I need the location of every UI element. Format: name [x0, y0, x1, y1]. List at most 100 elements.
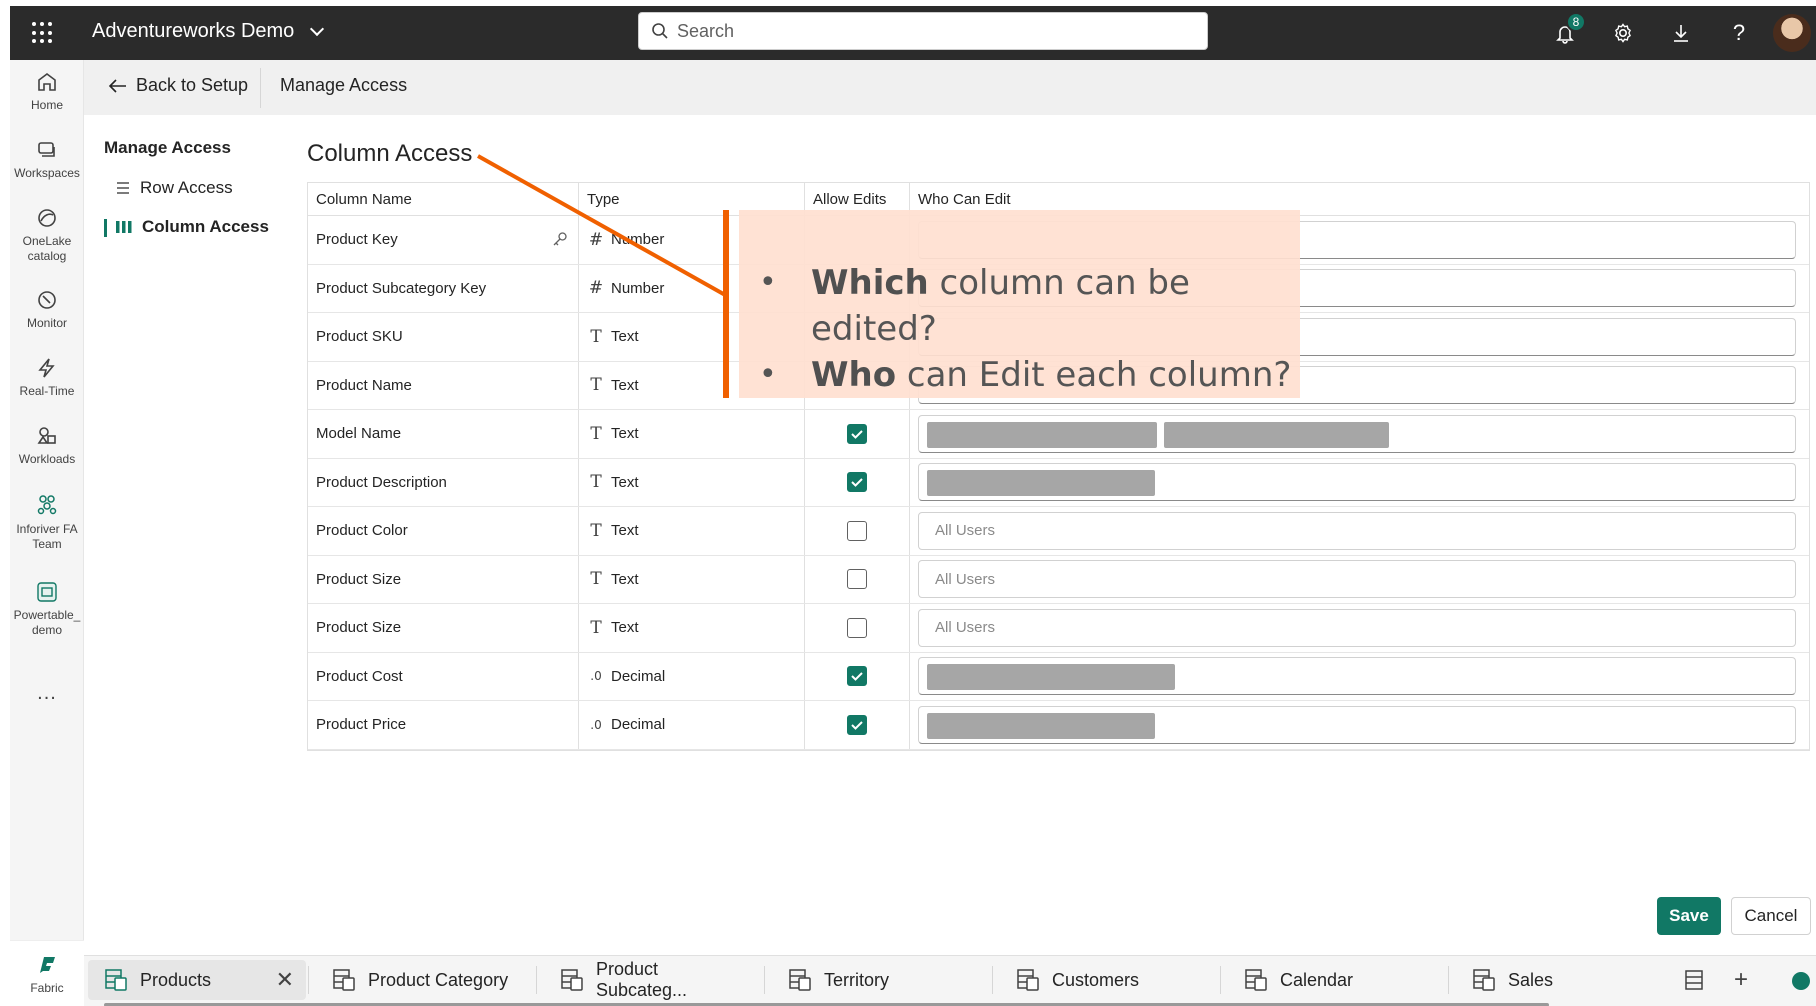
column-name-text: Product Key — [316, 231, 398, 249]
account-button[interactable] — [1768, 6, 1816, 60]
sheet-tab[interactable]: Territory — [772, 960, 982, 1000]
who-can-edit-picker[interactable]: All Users — [918, 608, 1796, 647]
rail-item-powertable-demo[interactable]: Powertable_ demo — [10, 580, 84, 638]
rail-label: OneLake catalog — [22, 234, 72, 263]
column-name-text: Product Price — [316, 716, 407, 734]
who-can-edit-picker[interactable] — [918, 705, 1796, 744]
type-text: Text — [611, 570, 639, 588]
back-to-setup-button[interactable]: Back to Setup — [108, 75, 248, 96]
sheet-tab[interactable]: Calendar — [1228, 960, 1438, 1000]
more-options-icon[interactable]: ... — [10, 682, 84, 705]
fabric-label: Fabric — [30, 981, 64, 995]
column-name-text: Model Name — [316, 425, 402, 443]
table-icon — [789, 969, 811, 991]
rail-item-inforiver-team[interactable]: Inforiver FA Team — [10, 492, 84, 552]
nav-item-row-access[interactable]: Row Access — [116, 175, 233, 201]
app-launcher-icon[interactable] — [32, 22, 54, 44]
notification-badge: 8 — [1566, 12, 1586, 32]
help-icon: ? — [1732, 20, 1746, 45]
type-text: Text — [611, 522, 639, 540]
rail-item-workspaces[interactable]: Workspaces — [10, 138, 84, 181]
allow-edits-checkbox[interactable] — [847, 666, 867, 687]
table-row: Product Description T Text — [308, 458, 1809, 507]
rail-item-home[interactable]: Home — [10, 70, 84, 113]
close-icon[interactable]: ✕ — [276, 969, 294, 991]
cell-allow-edits — [805, 507, 910, 555]
top-icons: 8 ? — [1536, 6, 1816, 60]
table-icon[interactable] — [1684, 968, 1706, 992]
redacted-user-chip — [1164, 421, 1389, 448]
chevron-down-icon — [310, 21, 325, 37]
workspace-switcher[interactable]: Adventureworks Demo — [92, 20, 325, 43]
cell-type: T Text — [579, 458, 805, 506]
who-can-edit-picker[interactable] — [918, 414, 1796, 453]
cell-column-name: Product Color — [308, 507, 579, 555]
who-can-edit-picker[interactable]: All Users — [918, 511, 1796, 550]
column-name-text: Product Color — [316, 522, 408, 540]
sheet-tab[interactable]: Sales — [1456, 960, 1666, 1000]
who-can-edit-picker[interactable]: All Users — [918, 560, 1796, 599]
allow-edits-checkbox[interactable] — [847, 617, 867, 638]
leftnav-title: Manage Access — [104, 138, 231, 157]
who-can-edit-picker[interactable] — [918, 657, 1796, 696]
table-icon — [1245, 969, 1267, 991]
cell-column-name: Product Cost — [308, 652, 579, 700]
cell-type: T Text — [579, 604, 805, 652]
rail-item-monitor[interactable]: Monitor — [10, 288, 84, 331]
allow-edits-checkbox[interactable] — [847, 714, 867, 735]
allow-edits-checkbox[interactable] — [847, 569, 867, 590]
help-button[interactable]: ? — [1710, 6, 1768, 60]
text-type-icon: T — [590, 569, 602, 590]
who-can-edit-value: All Users — [935, 522, 996, 540]
cell-who-can-edit — [910, 653, 1809, 701]
rail-item-realtime[interactable]: Real-Time — [10, 356, 84, 399]
powertable-icon — [37, 582, 57, 602]
callout-point-2: Who can Edit each column? — [759, 352, 1300, 398]
cell-type: T Text — [579, 410, 805, 458]
sheet-tab[interactable]: Product Category — [316, 960, 526, 1000]
cancel-button[interactable]: Cancel — [1731, 897, 1811, 935]
search-box[interactable] — [638, 12, 1208, 50]
type-text: Decimal — [611, 716, 666, 734]
table-row: Model Name T Text — [308, 410, 1809, 459]
fabric-switcher[interactable]: Fabric — [10, 940, 84, 1006]
column-name-text: Product Cost — [316, 667, 403, 685]
table-icon — [561, 969, 583, 991]
tab-divider — [992, 966, 993, 994]
allow-edits-checkbox[interactable] — [847, 520, 867, 541]
who-can-edit-value: All Users — [935, 570, 996, 588]
cell-type: .0 Decimal — [579, 701, 805, 749]
chat-icon[interactable] — [1790, 970, 1812, 992]
type-text: Decimal — [611, 667, 666, 685]
rail-label: Inforiver FA Team — [16, 522, 78, 551]
download-button[interactable] — [1652, 6, 1710, 60]
redacted-user-chip — [927, 712, 1155, 739]
sheet-tab[interactable]: Product Subcateg... — [544, 959, 754, 1000]
sheet-tab[interactable]: Products ✕ — [88, 960, 306, 1000]
cell-allow-edits — [805, 555, 910, 603]
cell-column-name: Product Size — [308, 555, 579, 603]
rail-item-onelake[interactable]: OneLake catalog — [10, 206, 84, 264]
top-bar: Adventureworks Demo 8 ? — [10, 6, 1816, 60]
settings-button[interactable] — [1594, 6, 1652, 60]
cell-allow-edits — [805, 604, 910, 652]
who-can-edit-picker[interactable] — [918, 463, 1796, 502]
decimal-icon: .0 — [590, 717, 602, 732]
rail-item-workloads[interactable]: Workloads — [10, 424, 84, 467]
allow-edits-checkbox[interactable] — [847, 423, 867, 444]
notifications-button[interactable]: 8 — [1536, 6, 1594, 60]
nav-label: Column Access — [142, 217, 269, 236]
cell-type: .0 Decimal — [579, 652, 805, 700]
add-tab-icon[interactable]: + — [1734, 966, 1748, 994]
tab-label: Customers — [1052, 969, 1140, 990]
tab-divider — [1448, 966, 1449, 994]
table-icon — [105, 969, 127, 991]
save-button[interactable]: Save — [1657, 897, 1721, 935]
table-row: Product Cost .0 Decimal — [308, 652, 1809, 701]
sheet-tab[interactable]: Customers — [1000, 960, 1210, 1000]
nav-item-column-access[interactable]: Column Access — [116, 214, 269, 240]
allow-edits-checkbox[interactable] — [847, 472, 867, 493]
search-input[interactable] — [677, 20, 1177, 42]
workloads-icon — [37, 427, 56, 444]
type-text: Text — [611, 473, 639, 491]
